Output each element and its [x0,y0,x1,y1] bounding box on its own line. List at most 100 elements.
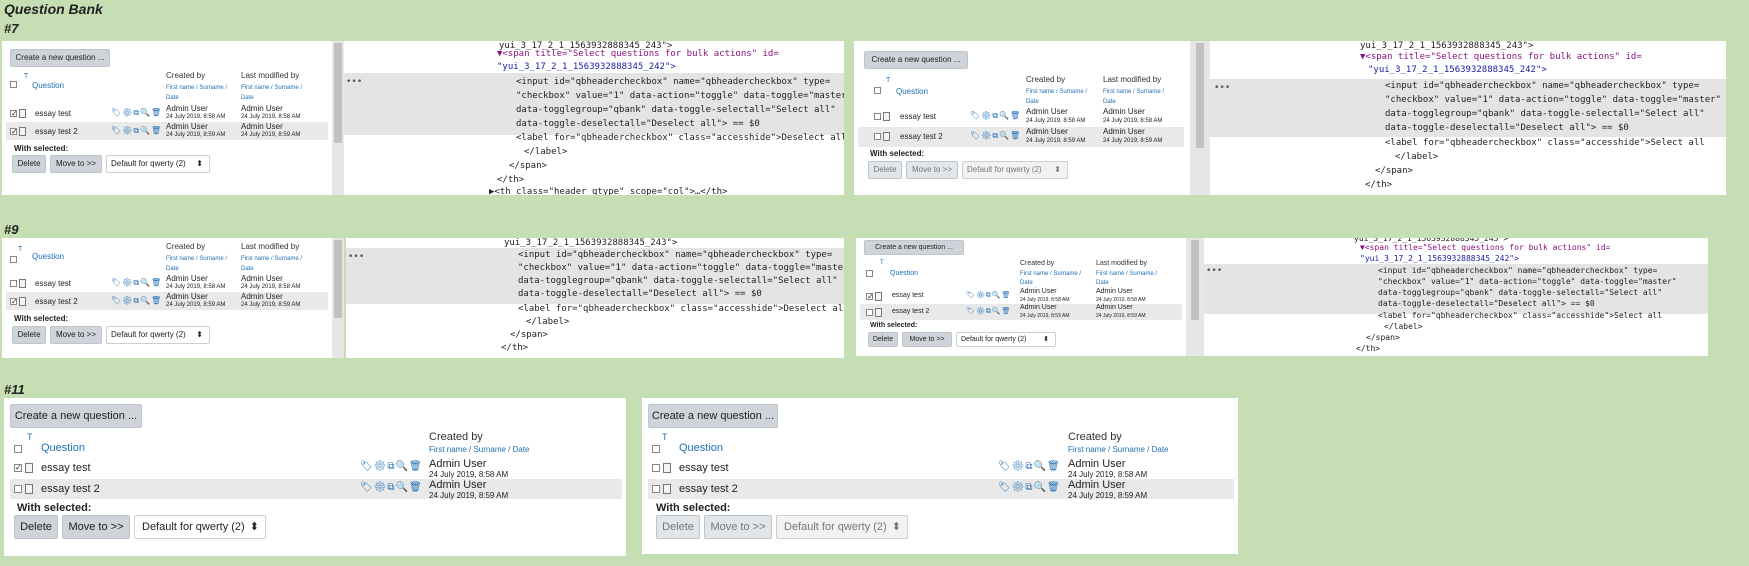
sort-surname-link[interactable]: Surname [473,445,505,454]
created-by-sort-links[interactable]: First name / Surname / Date [1026,87,1096,107]
delete-button[interactable]: Delete [12,326,46,344]
sort-date-link[interactable]: Date [1096,280,1109,286]
question-header-link[interactable]: Question [890,270,918,277]
scrollbar[interactable] [332,41,344,195]
create-question-button[interactable]: Create a new question ... [648,404,778,428]
sort-qtype-icon[interactable]: T [880,260,884,266]
row-action-icons[interactable]: 🏷⚙⧉🔍🗑 [360,461,423,472]
created-by-sort-links[interactable]: First name / Surname / Date [1068,445,1169,454]
move-to-button[interactable]: Move to >> [50,155,102,173]
more-dots-icon[interactable]: ••• [1206,266,1222,276]
sort-firstname-link[interactable]: First name [1068,445,1106,454]
more-dots-icon[interactable]: ••• [346,77,362,87]
row-checkbox[interactable] [10,110,18,117]
sort-surname-link[interactable]: Surname [1136,89,1160,95]
delete-button[interactable]: Delete [868,161,902,179]
sort-qtype-icon[interactable]: T [24,73,28,80]
sort-surname-link[interactable]: Surname [1059,89,1083,95]
select-all-checkbox[interactable] [874,87,881,94]
row-action-icons[interactable]: 🏷⚙⧉🔍🗑 [998,461,1061,472]
sort-firstname-link[interactable]: First name [429,445,467,454]
row-action-icons[interactable]: 🏷⚙⧉🔍🗑 [360,482,423,493]
category-select[interactable]: Default for qwerty (2) ⬍ [106,155,210,173]
delete-button[interactable]: Delete [868,332,898,347]
row-action-icons[interactable]: 🏷⚙⧉🔍🗑 [998,482,1061,493]
sort-qtype-icon[interactable]: T [18,246,22,253]
sort-qtype-icon[interactable]: T [662,432,668,442]
question-header-link[interactable]: Question [32,81,64,90]
category-select[interactable]: Default for qwerty (2) ⬍ [106,326,210,344]
row-checkbox[interactable] [866,309,873,316]
sort-date-link[interactable]: Date [241,95,254,101]
scrollbar[interactable] [1186,238,1204,356]
sort-qtype-icon[interactable]: T [886,77,890,84]
sort-firstname-link[interactable]: First name [1026,89,1054,95]
select-all-checkbox[interactable] [14,445,22,453]
sort-firstname-link[interactable]: First name [1103,89,1131,95]
category-select[interactable]: Default for qwerty (2) ⬍ [956,332,1056,347]
category-select[interactable]: Default for qwerty (2) ⬍ [134,515,266,539]
sort-surname-link[interactable]: Surname [274,256,298,262]
sort-surname-link[interactable]: Surname [199,256,223,262]
category-select[interactable]: Default for qwerty (2) ⬍ [776,515,908,539]
row-action-icons[interactable]: 🏷⚙⧉🔍🗑 [966,291,1011,300]
move-to-button[interactable]: Move to >> [62,515,130,539]
move-to-button[interactable]: Move to >> [906,161,958,179]
delete-button[interactable]: Delete [656,515,700,539]
delete-button[interactable]: Delete [14,515,58,539]
sort-surname-link[interactable]: Surname [1053,271,1077,277]
row-checkbox[interactable] [866,293,874,300]
question-header-link[interactable]: Question [679,442,723,454]
move-to-button[interactable]: Move to >> [704,515,772,539]
row-action-icons[interactable]: 🏷⚙⧉🔍🗑 [111,296,162,306]
scrollbar[interactable] [1190,41,1210,195]
sort-surname-link[interactable]: Surname [199,85,223,91]
create-question-button[interactable]: Create a new question ... [10,404,142,428]
modified-sort-links[interactable]: First name / Surname / Date [1103,87,1173,107]
modified-sort-links[interactable]: First name / Surname / Date [1096,270,1162,288]
category-select[interactable]: Default for qwerty (2) ⬍ [962,161,1068,179]
sort-date-link[interactable]: Date [513,445,530,454]
scrollbar-thumb[interactable] [334,43,342,143]
row-checkbox[interactable] [10,298,18,305]
sort-date-link[interactable]: Date [1103,99,1116,105]
scrollbar-thumb[interactable] [1196,43,1204,148]
row-action-icons[interactable]: 🏷⚙⧉🔍🗑 [111,108,162,118]
sort-date-link[interactable]: Date [1020,280,1033,286]
sort-surname-link[interactable]: Surname [1112,445,1144,454]
row-checkbox[interactable] [652,485,660,493]
sort-surname-link[interactable]: Surname [274,85,298,91]
sort-date-link[interactable]: Date [1026,99,1039,105]
created-by-sort-links[interactable]: First name / Surname / Date [166,83,232,103]
row-checkbox[interactable] [10,280,17,287]
created-by-sort-links[interactable]: First name / Surname / Date [1020,270,1086,288]
created-by-sort-links[interactable]: First name / Surname / Date [166,254,232,274]
more-dots-icon[interactable]: ••• [348,252,364,262]
row-checkbox[interactable] [874,113,881,120]
row-checkbox[interactable] [652,464,660,472]
create-question-button[interactable]: Create a new question ... [864,240,964,255]
select-all-checkbox[interactable] [866,270,873,277]
row-action-icons[interactable]: 🏷⚙⧉🔍🗑 [970,131,1021,141]
select-all-checkbox[interactable] [10,81,17,88]
sort-date-link[interactable]: Date [166,266,179,272]
sort-firstname-link[interactable]: First name [166,85,194,91]
scrollbar-thumb[interactable] [1191,240,1199,320]
question-header-link[interactable]: Question [896,87,928,96]
sort-firstname-link[interactable]: First name [241,85,269,91]
row-checkbox[interactable] [14,464,22,472]
sort-firstname-link[interactable]: First name [1020,271,1048,277]
sort-firstname-link[interactable]: First name [166,256,194,262]
row-action-icons[interactable]: 🏷⚙⧉🔍🗑 [966,307,1011,316]
question-header-link[interactable]: Question [32,252,64,261]
sort-date-link[interactable]: Date [1152,445,1169,454]
sort-qtype-icon[interactable]: T [27,432,33,442]
select-all-checkbox[interactable] [10,256,17,263]
create-question-button[interactable]: Create a new question ... [10,49,110,67]
row-action-icons[interactable]: 🏷⚙⧉🔍🗑 [111,126,162,136]
sort-surname-link[interactable]: Surname [1129,271,1153,277]
row-checkbox[interactable] [14,485,22,493]
move-to-button[interactable]: Move to >> [902,332,952,347]
scrollbar[interactable] [332,238,344,358]
modified-sort-links[interactable]: First name / Surname / Date [241,83,307,103]
